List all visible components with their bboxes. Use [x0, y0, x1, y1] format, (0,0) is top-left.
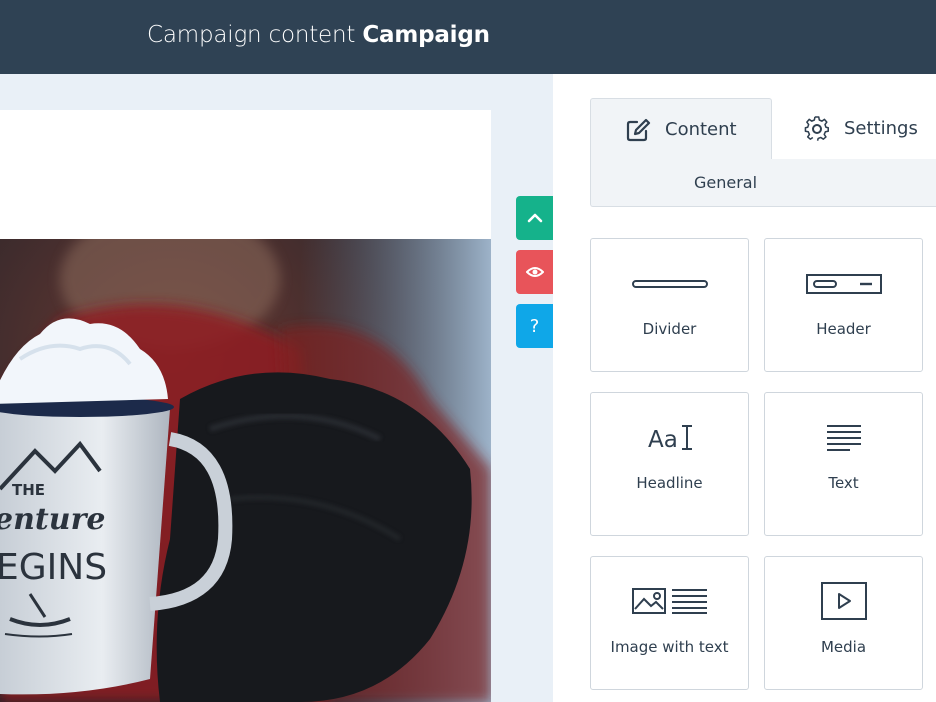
block-image-with-text[interactable]: Image with text — [590, 556, 749, 690]
content-panel: Content Settings General Divider Header … — [553, 74, 936, 702]
subtab-general[interactable]: General — [590, 159, 936, 207]
block-image-with-text-label: Image with text — [610, 638, 729, 656]
help-button[interactable]: ? — [516, 304, 553, 348]
tab-content-label: Content — [665, 119, 737, 140]
divider-icon — [591, 279, 748, 289]
tab-settings[interactable]: Settings — [771, 98, 936, 160]
campaign-name: Campaign — [362, 22, 490, 48]
email-hero-image[interactable]: THE enture EGINS — [0, 239, 491, 702]
tab-content[interactable]: Content — [590, 98, 772, 160]
block-headline[interactable]: Aa Headline — [590, 392, 749, 536]
email-canvas[interactable]: THE enture EGINS — [0, 74, 553, 702]
text-lines-icon — [765, 423, 922, 451]
block-headline-label: Headline — [636, 474, 703, 492]
gear-icon — [804, 115, 830, 142]
headline-icon-text: Aa — [648, 427, 678, 451]
headline-icon: Aa — [591, 423, 748, 451]
mug-text-enture: enture — [0, 502, 105, 537]
tab-settings-label: Settings — [844, 118, 918, 139]
block-header[interactable]: Header — [764, 238, 923, 372]
page-title: Campaign content Campaign — [147, 22, 490, 48]
header-icon — [765, 274, 922, 294]
subtab-general-label: General — [694, 173, 758, 192]
mug-text-the: THE — [12, 481, 45, 499]
block-media-label: Media — [820, 638, 867, 656]
top-bar: Campaign content Campaign — [0, 0, 936, 74]
preview-button[interactable] — [516, 250, 553, 294]
block-text-label: Text — [828, 474, 859, 492]
media-play-icon — [765, 581, 922, 621]
block-media[interactable]: Media — [764, 556, 923, 690]
block-text[interactable]: Text — [764, 392, 923, 536]
image-with-text-icon — [591, 587, 748, 615]
page-title-prefix: Campaign content — [147, 22, 356, 48]
block-divider[interactable]: Divider — [590, 238, 749, 372]
chevron-up-icon — [527, 213, 542, 223]
mug-text-egins: EGINS — [0, 547, 107, 588]
eye-icon — [525, 267, 544, 277]
block-divider-label: Divider — [642, 320, 697, 338]
email-empty-block[interactable] — [0, 110, 491, 240]
help-label: ? — [529, 315, 540, 337]
edit-icon — [625, 118, 651, 142]
scroll-up-button[interactable] — [516, 196, 553, 240]
mug-photo: THE enture EGINS — [0, 239, 491, 702]
block-header-label: Header — [816, 320, 871, 338]
